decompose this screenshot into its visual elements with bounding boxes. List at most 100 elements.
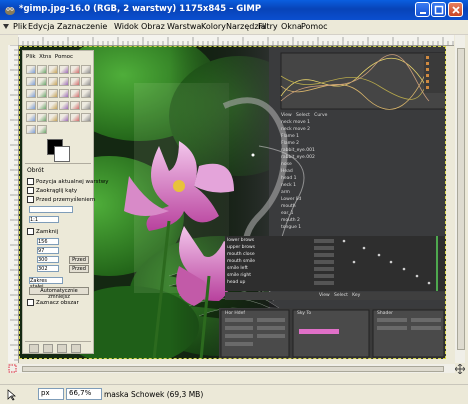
ruler-ticks	[17, 37, 454, 45]
blend-icon[interactable]	[48, 101, 58, 110]
vertical-scroll-thumb[interactable]	[457, 48, 465, 350]
ruler-corner[interactable]	[8, 35, 18, 45]
free-select-icon[interactable]	[48, 65, 58, 74]
checkbox[interactable]	[27, 178, 34, 185]
before-button-2[interactable]: Przed	[69, 265, 89, 273]
scissors-icon[interactable]	[81, 65, 91, 74]
background-color-swatch[interactable]	[54, 146, 70, 162]
menu-arrow-icon[interactable]	[2, 21, 10, 32]
airbrush-icon[interactable]	[26, 113, 36, 122]
menu-pomoc[interactable]: Pomoc	[301, 22, 328, 31]
heal-icon[interactable]	[59, 113, 69, 122]
option-close[interactable]: Zamknij	[27, 228, 58, 235]
auto-shrink-button[interactable]: Automatycznie zmniejsz	[29, 287, 89, 300]
menu-widok[interactable]: Widok	[114, 22, 139, 31]
rotate-icon[interactable]	[37, 89, 47, 98]
menu-warstwa[interactable]: Warstwa	[167, 22, 201, 31]
horizontal-scroll-thumb[interactable]	[22, 366, 444, 372]
color-select-icon[interactable]	[70, 65, 80, 74]
ellipse-select-icon[interactable]	[37, 65, 47, 74]
delete-options-icon[interactable]	[57, 344, 67, 353]
eraser-icon[interactable]	[81, 101, 91, 110]
width-field[interactable]: 300	[37, 256, 59, 263]
checkbox[interactable]	[27, 299, 34, 306]
navigate-icon[interactable]	[455, 364, 465, 374]
perspective-icon[interactable]	[70, 89, 80, 98]
toolbox-menu-xtns[interactable]: Xtns	[39, 54, 51, 60]
tool-grid	[25, 65, 91, 137]
save-options-icon[interactable]	[29, 344, 39, 353]
title-bar[interactable]: *gimp.jpg-16.0 (RGB, 2 warstwy) 1175x845…	[0, 0, 468, 20]
fuzzy-select-icon[interactable]	[59, 65, 69, 74]
menu-zaznaczenie[interactable]: Zaznaczenie	[57, 22, 107, 31]
menu-obraz[interactable]: Obraz	[141, 22, 165, 31]
pointer-icon	[7, 389, 16, 401]
mode-field[interactable]	[29, 206, 73, 213]
align-icon[interactable]	[81, 77, 91, 86]
burn-icon[interactable]	[37, 125, 47, 134]
ratio-field[interactable]: 1:1	[29, 216, 59, 223]
bucket-fill-icon[interactable]	[37, 101, 47, 110]
flip-icon[interactable]	[81, 89, 91, 98]
maximize-icon	[434, 5, 444, 15]
ink-icon[interactable]	[37, 113, 47, 122]
option-before-move[interactable]: Przed przemyśleniem	[27, 196, 95, 203]
minimize-icon	[420, 12, 426, 14]
before-button-1[interactable]: Przed	[69, 256, 89, 264]
paintbrush-icon[interactable]	[70, 101, 80, 110]
option-current-layer[interactable]: Pozycja aktualnej warstwy	[27, 178, 108, 185]
pencil-icon[interactable]	[59, 101, 69, 110]
close-icon	[452, 6, 460, 14]
zoom-selector[interactable]: 66,7%	[66, 388, 102, 400]
shear-icon[interactable]	[59, 89, 69, 98]
y-field[interactable]: 97	[37, 247, 59, 254]
checkbox[interactable]	[27, 196, 34, 203]
image-canvas[interactable]: View Select Curve neck move 1 neck move 2…	[19, 46, 446, 359]
option-label: Przed przemyśleniem	[36, 197, 96, 203]
x-field[interactable]: 156	[37, 238, 59, 245]
checkbox[interactable]	[27, 228, 34, 235]
option-round-corners[interactable]: Zaokrąglij kąty	[27, 187, 77, 194]
vertical-ruler[interactable]	[8, 44, 19, 363]
blur-icon[interactable]	[70, 113, 80, 122]
toolbox-menu-pomoc[interactable]: Pomoc	[55, 54, 73, 60]
paths-icon[interactable]	[26, 77, 36, 86]
option-label: Zaznacz obszar	[36, 300, 79, 306]
tool-options-panel: Obrót Pozycja aktualnej warstwy Zaokrągl…	[25, 163, 108, 338]
height-field[interactable]: 302	[37, 265, 59, 272]
close-button[interactable]	[448, 2, 463, 17]
dodge-icon[interactable]	[26, 125, 36, 134]
scale-icon[interactable]	[48, 89, 58, 98]
unit-selector[interactable]: px	[38, 388, 64, 400]
menu-kolory[interactable]: Kolory	[201, 22, 226, 31]
horizontal-ruler[interactable]	[17, 35, 454, 46]
gimp-wilber-icon	[5, 7, 15, 15]
status-message: maska Schowek (69,3 MB)	[104, 390, 204, 399]
menu-bar: Plik Edycja Zaznaczenie Widok Obraz Wars…	[0, 20, 468, 35]
menu-edycja[interactable]: Edycja	[28, 22, 54, 31]
minimize-button[interactable]	[415, 2, 430, 17]
checkbox[interactable]	[27, 187, 34, 194]
reset-options-icon[interactable]	[71, 344, 81, 353]
rect-select-icon[interactable]	[26, 65, 36, 74]
crop-icon[interactable]	[26, 89, 36, 98]
option-label: Zamknij	[36, 229, 59, 235]
restore-options-icon[interactable]	[43, 344, 53, 353]
menu-okna[interactable]: Okna	[281, 22, 302, 31]
toolbox-menu-plik[interactable]: Plik	[26, 54, 36, 60]
zoom-icon[interactable]	[48, 77, 58, 86]
text-icon[interactable]	[26, 101, 36, 110]
maximize-button[interactable]	[431, 2, 446, 17]
quick-mask-icon[interactable]	[8, 364, 18, 373]
fixed-range-field[interactable]: Zakres stałej	[29, 277, 63, 290]
color-picker-icon[interactable]	[37, 77, 47, 86]
measure-icon[interactable]	[59, 77, 69, 86]
option-select-area[interactable]: Zaznacz obszar	[27, 299, 79, 306]
clone-icon[interactable]	[48, 113, 58, 122]
smudge-icon[interactable]	[81, 113, 91, 122]
move-icon[interactable]	[70, 77, 80, 86]
toolbox-footer	[25, 341, 91, 353]
menu-filtry[interactable]: Filtry	[258, 22, 278, 31]
tool-options-title: Obrót	[27, 167, 44, 174]
menu-plik[interactable]: Plik	[13, 22, 27, 31]
